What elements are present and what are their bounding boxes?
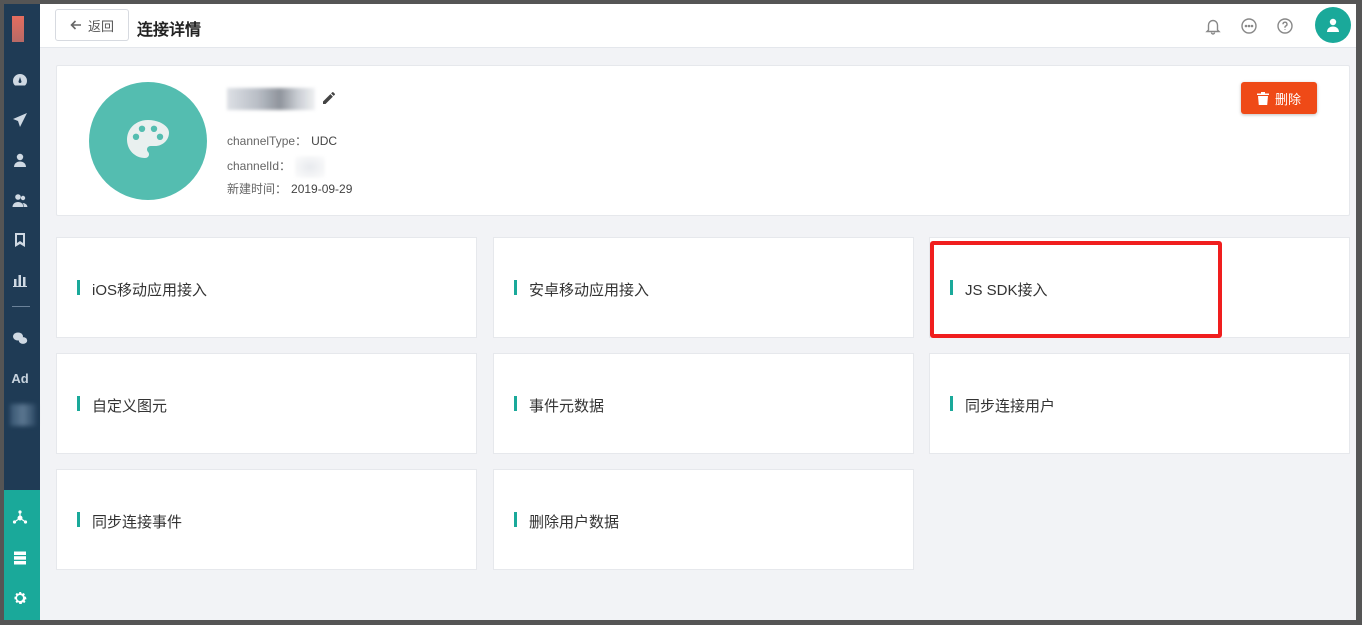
- tile-accent-bar: [514, 512, 517, 527]
- blurred-menu-item: [10, 404, 36, 426]
- channel-id-blurred: [295, 156, 326, 178]
- tile-event-metadata[interactable]: 事件元数据: [493, 353, 914, 454]
- tile-label: iOS移动应用接入: [92, 282, 208, 299]
- tile-sync-events[interactable]: 同步连接事件: [56, 469, 477, 570]
- wechat-icon[interactable]: [10, 328, 30, 348]
- ad-icon[interactable]: Ad: [10, 368, 30, 388]
- tile-label: 同步连接事件: [92, 514, 183, 531]
- arrow-left-icon: [70, 20, 81, 30]
- tile-js-sdk-integration[interactable]: JS SDK接入: [929, 237, 1350, 338]
- dashboard-icon[interactable]: [10, 70, 30, 90]
- channel-type-value: UDC: [311, 134, 338, 148]
- tile-delete-user-data[interactable]: 删除用户数据: [493, 469, 914, 570]
- tile-accent-bar: [77, 280, 80, 295]
- tile-accent-bar: [514, 280, 517, 295]
- bookmark-icon[interactable]: [10, 230, 30, 250]
- tile-label: 删除用户数据: [529, 514, 620, 531]
- palette-icon: [89, 82, 207, 200]
- tile-accent-bar: [950, 396, 953, 411]
- channel-id-row: channelId：: [227, 156, 326, 178]
- users-icon[interactable]: [10, 190, 30, 210]
- channel-type-label: channelType：: [227, 134, 308, 148]
- created-time-row: 新建时间： 2019-09-29: [227, 180, 352, 197]
- connection-name-blurred: [227, 88, 315, 110]
- tile-label: JS SDK接入: [965, 282, 1048, 299]
- sidebar-divider: [12, 306, 30, 307]
- settings-icon[interactable]: [10, 588, 30, 608]
- tile-custom-primitive[interactable]: 自定义图元: [56, 353, 477, 454]
- app-logo: [12, 16, 24, 42]
- ad-icon-label: Ad: [11, 370, 29, 386]
- tile-label: 同步连接用户: [965, 398, 1056, 415]
- back-button-label: 返回: [87, 18, 114, 34]
- bell-icon[interactable]: [1204, 17, 1222, 35]
- bar-chart-icon[interactable]: [10, 270, 30, 290]
- created-time-label: 新建时间：: [227, 182, 288, 196]
- page-title: 连接详情: [137, 22, 202, 39]
- tile-label: 安卓移动应用接入: [529, 282, 650, 299]
- back-button[interactable]: 返回: [55, 9, 129, 41]
- tile-sync-users[interactable]: 同步连接用户: [929, 353, 1350, 454]
- tile-ios-integration[interactable]: iOS移动应用接入: [56, 237, 477, 338]
- channel-type-row: channelType： UDC: [227, 132, 337, 149]
- user-icon[interactable]: [10, 150, 30, 170]
- help-icon[interactable]: [1276, 17, 1294, 35]
- sidebar: Ad: [4, 4, 40, 620]
- trash-icon: [1256, 91, 1269, 105]
- delete-button-label: 删除: [1274, 91, 1301, 107]
- tile-accent-bar: [77, 396, 80, 411]
- top-header: 返回 连接详情: [40, 4, 1356, 48]
- connection-icon[interactable]: [10, 508, 30, 528]
- tile-label: 自定义图元: [92, 398, 168, 415]
- send-icon[interactable]: [10, 110, 30, 130]
- user-avatar-icon[interactable]: [1315, 7, 1351, 43]
- chat-icon[interactable]: [1240, 17, 1258, 35]
- created-time-value: 2019-09-29: [291, 182, 353, 196]
- tile-accent-bar: [514, 396, 517, 411]
- server-icon[interactable]: [10, 548, 30, 568]
- delete-button[interactable]: 删除: [1241, 82, 1317, 114]
- tile-label: 事件元数据: [529, 398, 605, 415]
- channel-id-label: channelId：: [227, 159, 292, 174]
- app-window: Ad 返回 连接详情 channelType： UDC channelId： 新…: [4, 4, 1356, 620]
- pencil-icon[interactable]: [321, 90, 337, 106]
- tile-accent-bar: [77, 512, 80, 527]
- tile-accent-bar: [950, 280, 953, 295]
- tile-android-integration[interactable]: 安卓移动应用接入: [493, 237, 914, 338]
- sidebar-bottom-section: [4, 490, 40, 620]
- connection-info-card: channelType： UDC channelId： 新建时间： 2019-09-…: [56, 65, 1350, 216]
